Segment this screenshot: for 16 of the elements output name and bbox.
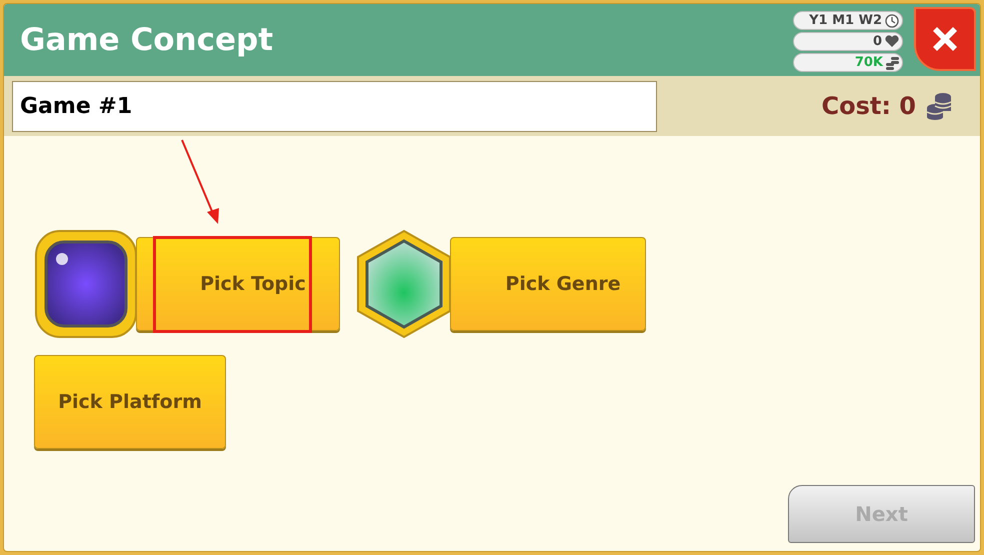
pick-genre-button[interactable]: Pick Genre	[450, 237, 646, 331]
coins-icon	[886, 56, 899, 70]
stat-value: Y1 M1 W2	[809, 14, 882, 27]
heart-icon	[885, 35, 899, 48]
square-gem-icon	[34, 229, 138, 339]
stat-value: 0	[872, 35, 882, 48]
clock-icon	[885, 14, 899, 28]
close-button[interactable]	[914, 7, 976, 71]
game-name-field[interactable]: Game #1	[12, 80, 657, 132]
pick-platform-button[interactable]: Pick Platform	[34, 355, 226, 449]
hexagon-gem-icon	[356, 229, 452, 339]
stat-value: 70K	[854, 56, 883, 69]
cost-label: Cost: 0	[821, 91, 916, 122]
window-title: Game Concept	[20, 20, 274, 60]
coins-icon	[926, 92, 952, 120]
pick-topic-button[interactable]: Pick Topic	[136, 237, 340, 331]
